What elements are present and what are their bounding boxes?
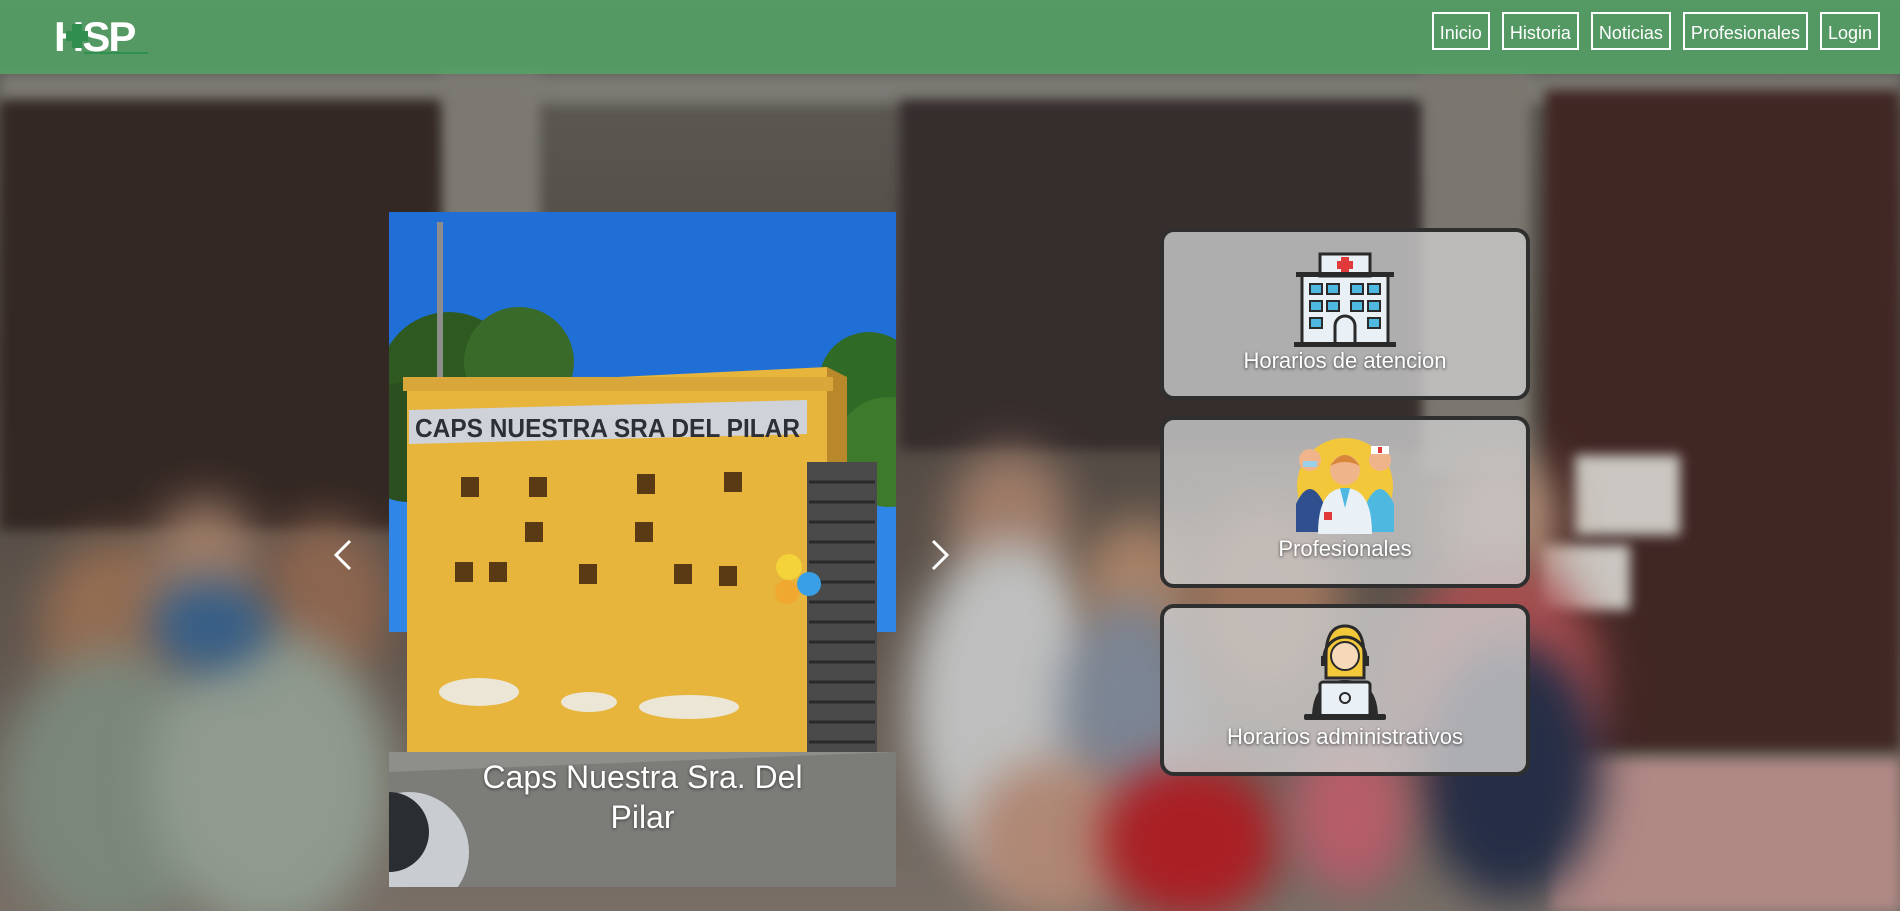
- medical-staff-icon: [1290, 434, 1400, 538]
- hospital-icon: [1290, 246, 1400, 350]
- background-overlay: [0, 0, 1900, 911]
- nav-profesionales[interactable]: Profesionales: [1682, 12, 1808, 50]
- top-navbar: HSP Inicio Historia Noticias Profesional…: [0, 0, 1900, 74]
- chevron-right-icon: [931, 539, 950, 571]
- wall-sign-text: CAPS NUESTRA SRA DEL PILAR: [415, 413, 800, 443]
- image-carousel[interactable]: CAPS NUESTRA SRA DEL PILAR Caps Nuestra …: [389, 212, 896, 887]
- card-horarios-atencion[interactable]: Horarios de atencion: [1160, 228, 1530, 400]
- card-label: Profesionales: [1278, 536, 1412, 561]
- nav-historia[interactable]: Historia: [1501, 12, 1579, 50]
- quick-access-cards: Horarios de atencion Profesionales Horar…: [1160, 228, 1530, 792]
- carousel-prev-button[interactable]: [328, 535, 358, 575]
- carousel-slide: CAPS NUESTRA SRA DEL PILAR Caps Nuestra …: [389, 212, 896, 887]
- nav-links: Inicio Historia Noticias Profesionales L…: [1431, 12, 1880, 50]
- nav-noticias[interactable]: Noticias: [1590, 12, 1671, 50]
- nav-login[interactable]: Login: [1819, 12, 1880, 50]
- chevron-left-icon: [333, 539, 352, 571]
- hsp-logo[interactable]: HSP: [54, 13, 150, 60]
- card-horarios-administrativos[interactable]: Horarios administrativos: [1160, 604, 1530, 776]
- card-profesionales[interactable]: Profesionales: [1160, 416, 1530, 588]
- nav-inicio[interactable]: Inicio: [1431, 12, 1490, 50]
- receptionist-laptop-icon: [1290, 622, 1400, 726]
- card-label: Horarios de atencion: [1243, 348, 1447, 373]
- carousel-caption: Caps Nuestra Sra. Del Pilar: [482, 759, 803, 835]
- carousel-next-button[interactable]: [925, 535, 955, 575]
- card-label: Horarios administrativos: [1227, 724, 1463, 749]
